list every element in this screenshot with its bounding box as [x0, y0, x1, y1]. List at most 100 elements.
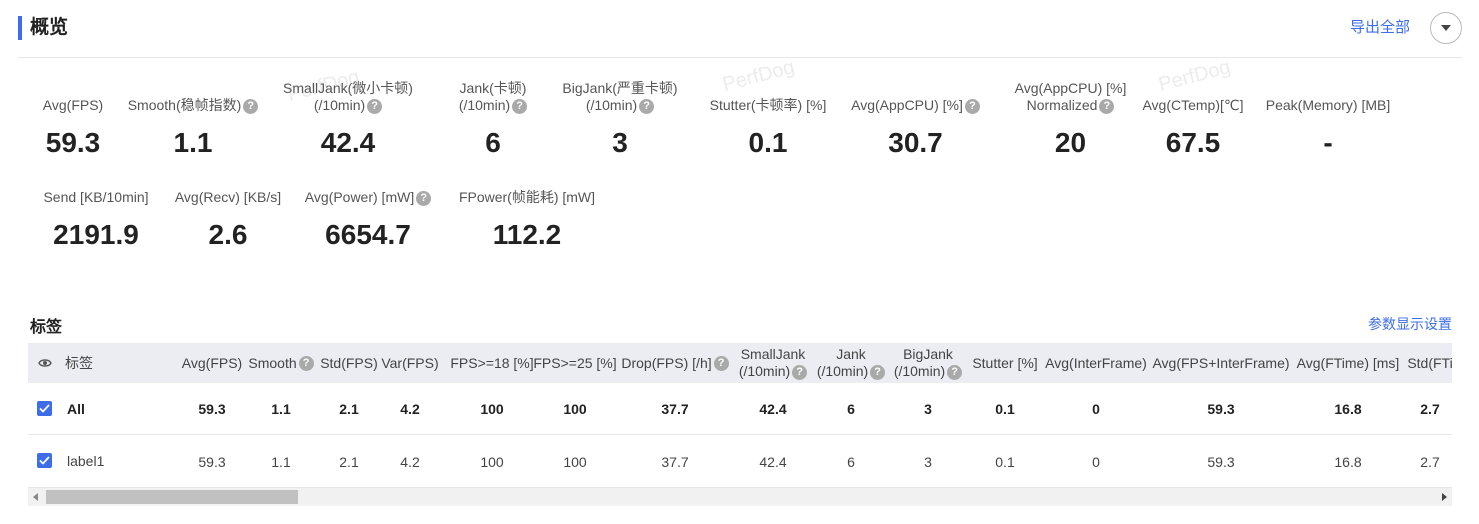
- help-icon[interactable]: ?: [367, 98, 383, 114]
- column-header[interactable]: 标签: [28, 343, 168, 383]
- metric-label-text: Normalized: [1026, 97, 1098, 113]
- help-icon[interactable]: ?: [639, 98, 655, 114]
- collapse-button[interactable]: [1430, 12, 1462, 44]
- column-header[interactable]: Stutter [%]: [968, 343, 1042, 383]
- metric-label-line1: Avg(AppCPU) [%]: [1014, 80, 1127, 96]
- overview-header: 概览 导出全部: [18, 12, 1462, 58]
- metric-value: 67.5: [1165, 127, 1221, 158]
- horizontal-scrollbar[interactable]: [28, 488, 1452, 506]
- column-header[interactable]: Avg(InterFrame): [1044, 343, 1148, 383]
- metric-label-text: Avg(CTemp)[℃]: [1142, 97, 1244, 113]
- row-checkbox[interactable]: [37, 453, 52, 468]
- column-header-line1: SmallJank: [741, 346, 806, 363]
- column-header-label: Smooth: [248, 354, 297, 371]
- metric-label-line2: (/10min)?: [313, 97, 383, 114]
- metric-item: Peak(Memory) [MB] -: [1258, 78, 1398, 160]
- help-icon[interactable]: ?: [298, 356, 314, 372]
- column-header-line1: Drop(FPS) [/h]?: [621, 355, 729, 372]
- column-header-line1: Std(FTi: [1407, 355, 1452, 372]
- table-cell: 42.4: [759, 400, 787, 417]
- metric-label-line2: Avg(CTemp)[℃]: [1142, 97, 1243, 114]
- column-header[interactable]: SmallJank (/10min)?: [734, 343, 812, 383]
- table-cell: 100: [563, 400, 587, 417]
- column-header[interactable]: Avg(FPS): [178, 343, 246, 383]
- metric-label-line1: Jank(卡顿): [459, 80, 527, 96]
- metric-item: FPower(帧能耗) [mW] 112.2: [453, 170, 601, 252]
- column-header-line1: FPS>=18 [%]: [450, 355, 533, 372]
- help-icon[interactable]: ?: [792, 364, 808, 380]
- metric-value: 6654.7: [325, 219, 411, 250]
- row-label: All: [67, 400, 85, 417]
- metric-label: Avg(FPS): [18, 78, 128, 114]
- help-icon[interactable]: ?: [713, 356, 729, 372]
- table-cell: 2.7: [1420, 453, 1440, 470]
- column-header-label: FPS>=18 [%]: [450, 354, 534, 371]
- metric-label-text: Send [KB/10min]: [43, 189, 149, 205]
- column-header-line2: (/10min)?: [894, 363, 963, 380]
- column-header[interactable]: FPS>=25 [%]: [530, 343, 620, 383]
- export-all-link[interactable]: 导出全部: [1350, 18, 1410, 38]
- column-header[interactable]: Jank (/10min)?: [812, 343, 890, 383]
- help-icon[interactable]: ?: [964, 98, 980, 114]
- table-cell: 59.3: [198, 453, 226, 470]
- column-header-label: Std(FTi: [1407, 354, 1452, 371]
- param-display-settings-link[interactable]: 参数显示设置: [1368, 314, 1452, 334]
- table-cell: 37.7: [661, 453, 689, 470]
- help-icon[interactable]: ?: [243, 98, 259, 114]
- table-row[interactable]: label1 59.3 1.1 2.1 4.2 100 100 37.7 42.4 6 3 0.1 0 5…: [28, 436, 1452, 488]
- column-header[interactable]: Avg(FTime) [ms]: [1294, 343, 1402, 383]
- column-header[interactable]: Std(FPS): [318, 343, 380, 383]
- table-header: 标签 Avg(FPS) Smooth? Std(FPS) Var(FPS) FPS>=18…: [28, 343, 1452, 383]
- metric-label-text: Peak(Memory) [MB]: [1265, 97, 1391, 113]
- table-row[interactable]: All 59.3 1.1 2.1 4.2 100 100 37.7 42.4 6 3 0.1 0 59.3…: [28, 383, 1452, 435]
- metric-item: Stutter(卡顿率) [%] 0.1: [698, 78, 838, 160]
- eye-icon[interactable]: [38, 358, 52, 368]
- metric-label-text: Avg(Recv) [KB/s]: [174, 189, 282, 205]
- column-header-label: SmallJank: [740, 346, 806, 362]
- metric-label-line2: (/10min)?: [459, 97, 528, 114]
- column-header-label: Avg(FPS): [181, 354, 243, 371]
- metric-label: Avg(Power) [mW]?: [298, 170, 438, 206]
- table-cell: 6: [847, 400, 855, 417]
- table-cell: 0: [1092, 453, 1100, 470]
- column-header[interactable]: Drop(FPS) [/h]?: [620, 343, 730, 383]
- metric-label-text: (/10min): [313, 97, 366, 113]
- row-checkbox[interactable]: [37, 401, 52, 416]
- column-header[interactable]: Smooth?: [246, 343, 316, 383]
- scrollbar-thumb[interactable]: [46, 490, 298, 504]
- metric-value: 0.1: [748, 127, 788, 158]
- table-cell: 1.1: [271, 453, 291, 470]
- metric-value: 3: [612, 127, 628, 158]
- column-header[interactable]: Avg(FPS+InterFrame): [1152, 343, 1290, 383]
- metric-label-line2: Avg(Recv) [KB/s]: [175, 189, 281, 206]
- help-icon[interactable]: ?: [416, 190, 432, 206]
- help-icon[interactable]: ?: [947, 364, 963, 380]
- table-cell: 37.7: [661, 400, 689, 417]
- metric-item: BigJank(严重卡顿) (/10min)? 3: [546, 78, 694, 160]
- scroll-left-icon[interactable]: [28, 488, 44, 506]
- metric-label: Avg(CTemp)[℃]: [1133, 78, 1253, 114]
- help-icon[interactable]: ?: [512, 98, 528, 114]
- metric-label-line2: Normalized?: [1027, 97, 1115, 114]
- help-icon[interactable]: ?: [1099, 98, 1115, 114]
- table-cell: 1.1: [271, 400, 291, 417]
- column-header-label: Stutter [%]: [972, 354, 1038, 371]
- column-header[interactable]: BigJank (/10min)?: [888, 343, 968, 383]
- column-header[interactable]: FPS>=18 [%]: [440, 343, 544, 383]
- tags-table: 标签 Avg(FPS) Smooth? Std(FPS) Var(FPS) FPS>=18…: [28, 343, 1452, 508]
- column-header[interactable]: Std(FTi: [1404, 343, 1452, 383]
- column-header-line1: Avg(InterFrame): [1045, 355, 1147, 372]
- column-header-line2: (/10min)?: [739, 363, 808, 380]
- metrics-row: Send [KB/10min] 2191.9 Avg(Recv) [KB/s] 2.6…: [18, 170, 1458, 262]
- column-header-label: FPS>=25 [%]: [533, 354, 617, 371]
- metric-item: Avg(AppCPU) [%]? 30.7: [838, 78, 993, 160]
- metric-label: Peak(Memory) [MB]: [1258, 78, 1398, 114]
- column-header-line1: BigJank: [903, 346, 953, 363]
- help-icon[interactable]: ?: [870, 364, 886, 380]
- metric-label: Jank(卡顿) (/10min)?: [438, 78, 548, 114]
- metric-label-text: FPower(帧能耗) [mW]: [458, 189, 596, 205]
- metric-label: Smooth(稳帧指数)?: [118, 78, 268, 114]
- scroll-right-icon[interactable]: [1436, 488, 1452, 506]
- overview-metrics: Avg(FPS) 59.3 Smooth(稳帧指数)? 1.1 SmallJank(微小…: [18, 78, 1458, 262]
- column-header[interactable]: Var(FPS): [380, 343, 440, 383]
